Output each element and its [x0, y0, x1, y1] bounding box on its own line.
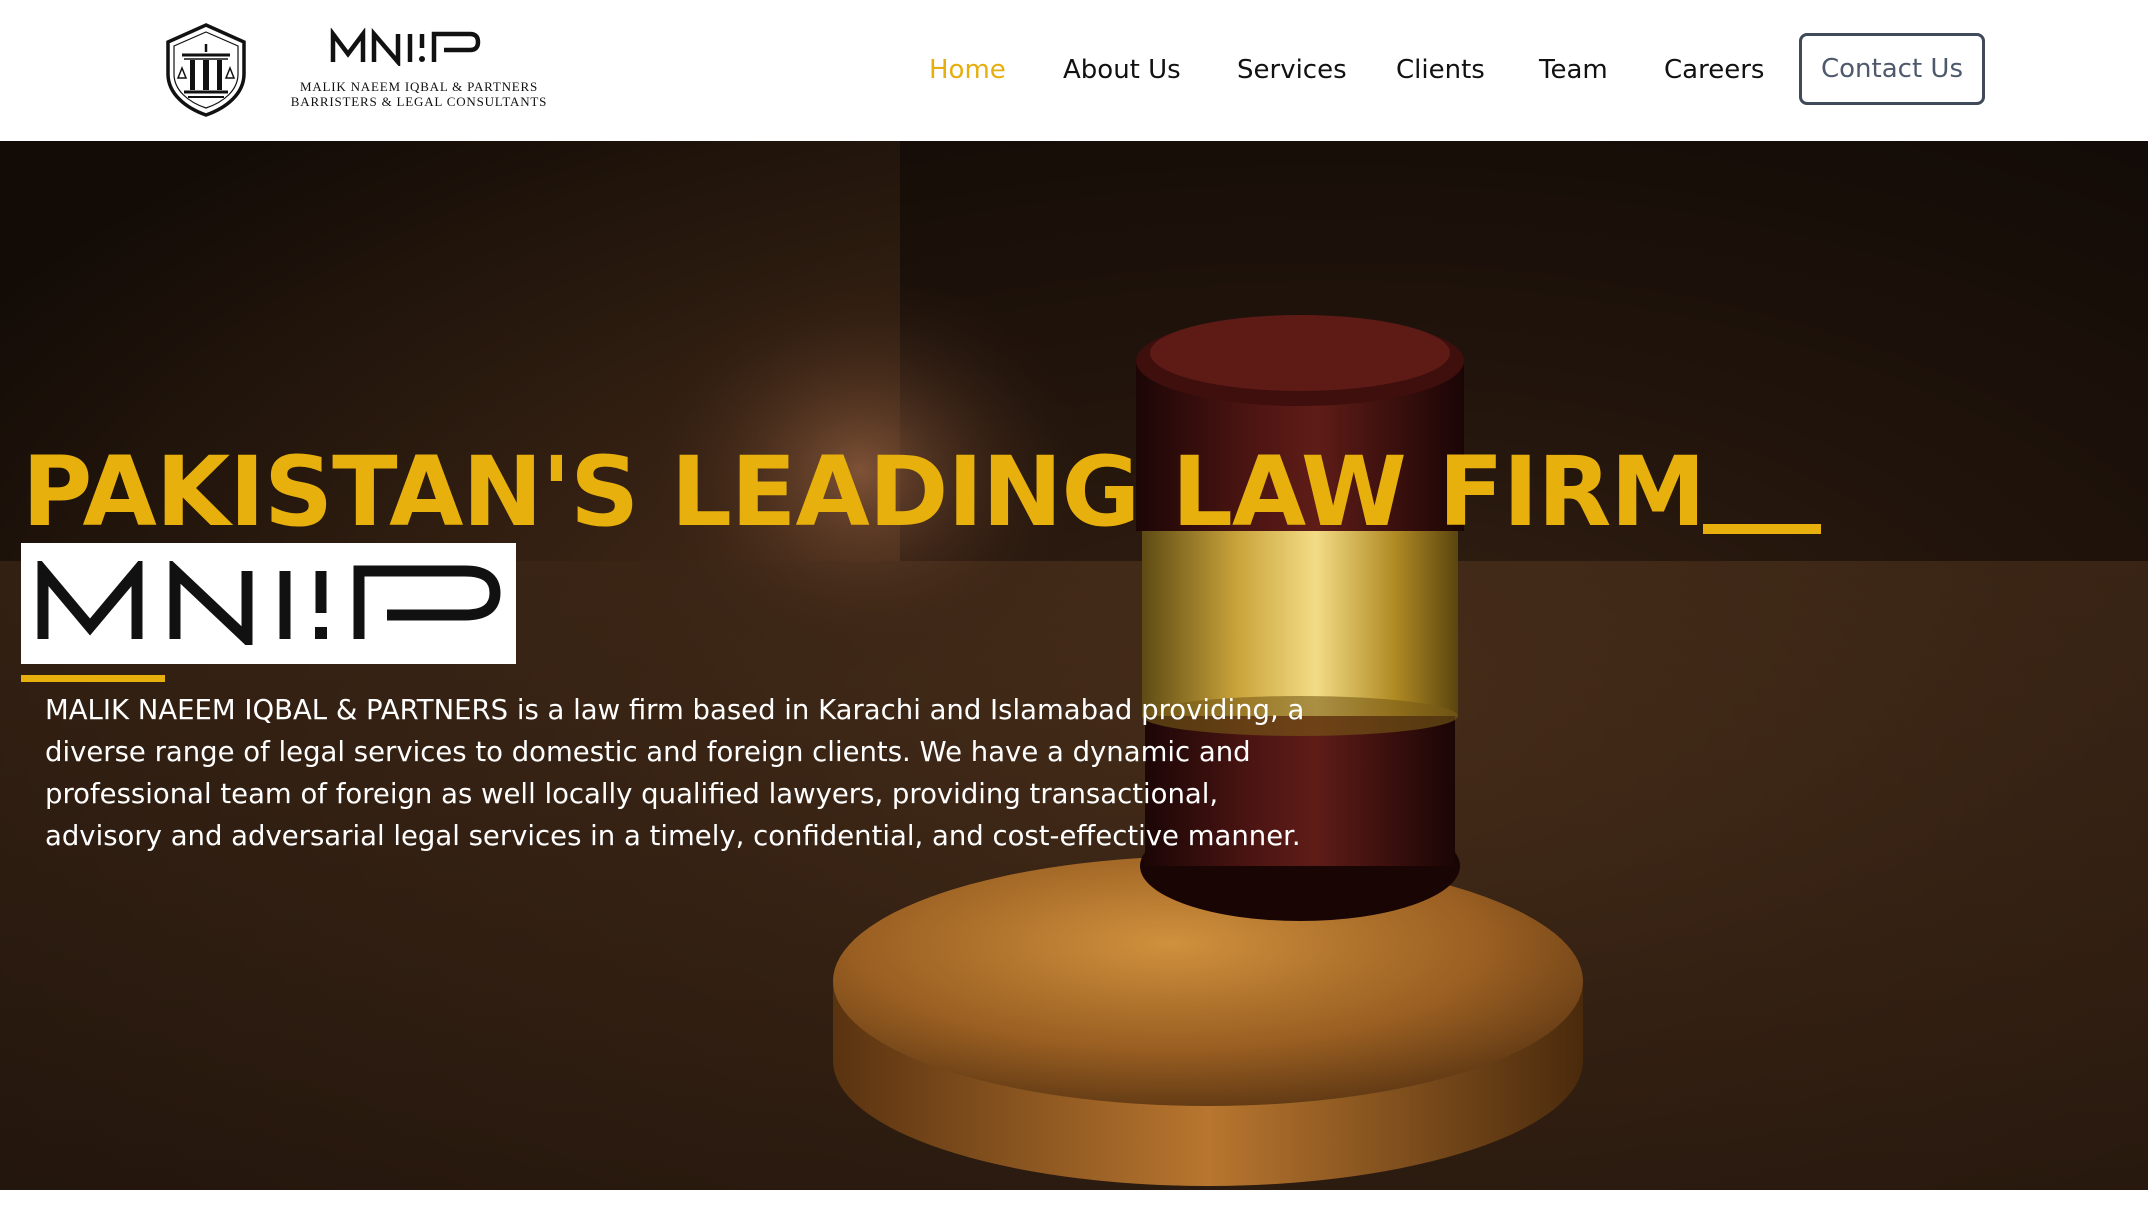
site-header: MALIK NAEEM IQBAL & PARTNERS BARRISTERS …	[0, 0, 2148, 141]
hero-mnip-wordmark	[37, 561, 501, 645]
title-dash-decoration	[1703, 524, 1821, 534]
contact-us-button[interactable]: Contact Us	[1799, 33, 1985, 105]
accent-underline	[21, 675, 165, 682]
page-bottom-strip	[0, 1190, 2148, 1215]
main-nav: Home About Us Services Clients Team Care…	[0, 0, 2148, 141]
nav-services[interactable]: Services	[1237, 52, 1347, 88]
hero-mnip-badge	[21, 543, 516, 664]
nav-team[interactable]: Team	[1539, 52, 1608, 88]
nav-clients[interactable]: Clients	[1396, 52, 1485, 88]
nav-careers[interactable]: Careers	[1664, 52, 1764, 88]
hero-title: PAKISTAN'S LEADING LAW FIRM	[22, 436, 1706, 548]
hero-section: PAKISTAN'S LEADING LAW FIRM MALIK NAEEM …	[0, 141, 2148, 1190]
nav-home[interactable]: Home	[929, 52, 1006, 88]
hero-description: MALIK NAEEM IQBAL & PARTNERS is a law fi…	[45, 694, 1305, 852]
nav-about-us[interactable]: About Us	[1063, 52, 1181, 88]
hero-background-gavel-image	[0, 141, 2148, 1190]
